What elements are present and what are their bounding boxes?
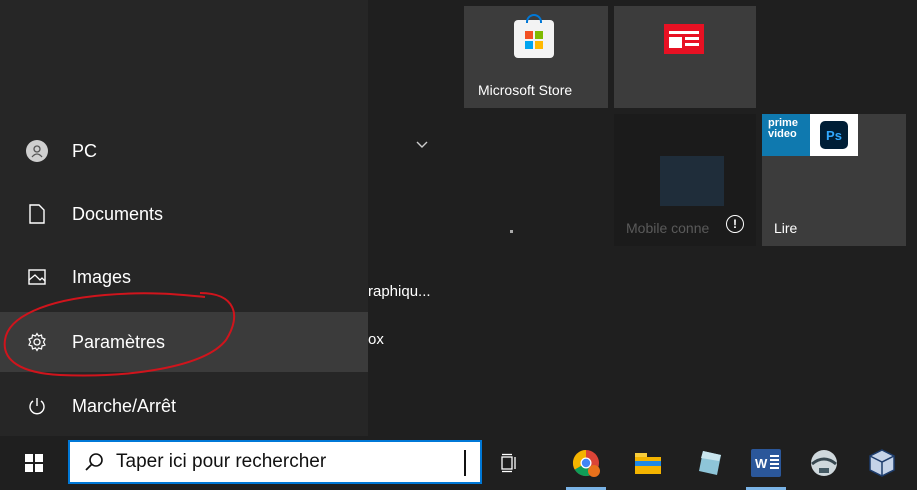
tile-label: Mobile conne: [626, 220, 710, 236]
virtualbox-icon: [869, 449, 895, 477]
file-explorer-icon: [635, 453, 661, 474]
start-button[interactable]: [0, 436, 68, 490]
nav-item-power[interactable]: Marche/Arrêt: [0, 376, 368, 436]
tile-label: Lire: [774, 220, 798, 236]
task-view-icon: [501, 453, 516, 473]
task-view-button[interactable]: [496, 436, 524, 490]
power-icon: [18, 393, 56, 419]
tile-label: Microsoft Store: [478, 82, 573, 98]
nav-item-label: Documents: [72, 203, 164, 224]
app-icon: [811, 450, 837, 476]
taskbar-paint[interactable]: [688, 436, 732, 490]
chrome-icon: [572, 449, 600, 477]
document-icon: [18, 201, 56, 227]
taskbar-apps: W: [482, 436, 917, 490]
photoshop-tile-bg: Ps: [810, 114, 858, 156]
phone-icon: [660, 156, 724, 206]
paint-3d-icon: [699, 451, 721, 475]
annotation-ellipse: [3, 292, 236, 377]
app-list: raphiqu... ox: [368, 0, 513, 436]
list-item[interactable]: ox: [368, 331, 384, 348]
taskbar-virtualbox[interactable]: [860, 436, 904, 490]
tile-news[interactable]: [614, 6, 756, 108]
nav-item-pc[interactable]: PC: [0, 121, 368, 181]
photoshop-icon: Ps: [820, 121, 848, 149]
search-placeholder: Taper ici pour rechercher: [116, 451, 327, 472]
list-item[interactable]: raphiqu...: [368, 283, 431, 300]
taskbar-file-explorer[interactable]: [626, 436, 670, 490]
tile-mobile-connect[interactable]: Mobile conne !: [614, 114, 756, 246]
text-cursor: [464, 450, 466, 476]
word-letter: W: [755, 455, 768, 471]
chevron-down-icon[interactable]: [416, 141, 428, 149]
news-icon: [664, 24, 704, 54]
store-icon: [514, 14, 554, 58]
search-icon: [85, 453, 103, 471]
nav-item-documents[interactable]: Documents: [0, 184, 368, 244]
start-menu: PC Documents Images Paramètres Marche/Ar…: [0, 0, 917, 436]
nav-item-label: PC: [72, 140, 98, 161]
word-icon: W: [751, 449, 781, 477]
taskbar-chrome[interactable]: [564, 436, 608, 490]
prime-video-icon: prime video: [762, 114, 810, 156]
list-dot: [510, 230, 513, 233]
user-icon: [18, 138, 56, 164]
windows-icon: [25, 454, 43, 472]
tile-microsoft-store[interactable]: Microsoft Store: [464, 6, 608, 108]
taskbar-app[interactable]: [802, 436, 846, 490]
prime-line2: video: [768, 128, 797, 140]
nav-item-label: Marche/Arrêt: [72, 395, 177, 416]
tile-play[interactable]: prime video Ps Lire: [762, 114, 906, 246]
taskbar-word[interactable]: W: [744, 436, 788, 490]
search-box[interactable]: Taper ici pour rechercher: [68, 440, 482, 484]
alert-icon: !: [726, 215, 744, 233]
